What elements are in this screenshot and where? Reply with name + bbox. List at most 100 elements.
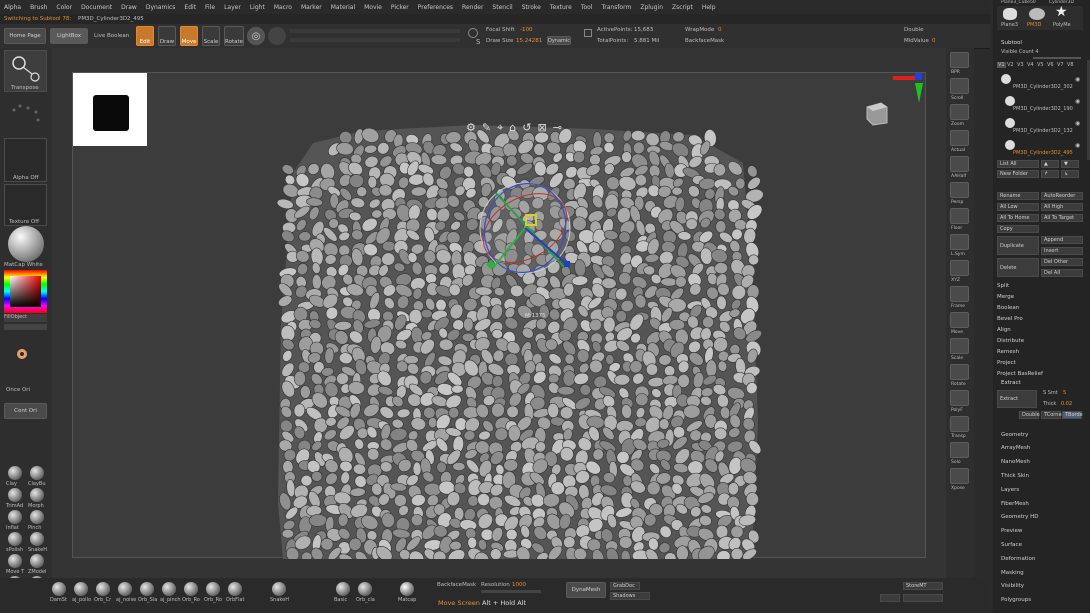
- material-sphere-icon[interactable]: [268, 27, 286, 45]
- subtool-item-0[interactable]: PM3D_Cylinder3D2_302: [1013, 84, 1073, 90]
- op-project-basrelief-button[interactable]: Project BasRelief: [997, 369, 1085, 378]
- matcap-sphere-icon[interactable]: [8, 226, 44, 262]
- intensity-slider-2[interactable]: [290, 38, 460, 42]
- op-boolean-button[interactable]: Boolean: [997, 303, 1085, 312]
- bottom-brush-12-icon[interactable]: [400, 582, 414, 596]
- version-v4-button[interactable]: V4: [1027, 62, 1034, 68]
- bottom-brush-7-icon[interactable]: [206, 582, 220, 596]
- color-picker[interactable]: [4, 270, 47, 313]
- bottom-brush-3-icon[interactable]: [118, 582, 132, 596]
- menu-masking[interactable]: Masking: [1001, 568, 1089, 577]
- extract-button[interactable]: Extract: [997, 390, 1037, 408]
- move-up-button[interactable]: ↱: [1041, 170, 1059, 178]
- version-v5-button[interactable]: V5: [1037, 62, 1044, 68]
- shelf-xpose-button[interactable]: Xpose: [950, 468, 969, 491]
- menu-nanomesh[interactable]: NanoMesh: [1001, 458, 1089, 467]
- color-swatch-bar[interactable]: [4, 324, 47, 330]
- menu-item-draw[interactable]: Draw: [121, 4, 137, 11]
- menu-polygroups[interactable]: Polygroups: [1001, 596, 1089, 605]
- version-v6-button[interactable]: V6: [1047, 62, 1054, 68]
- menu-fibermesh[interactable]: FiberMesh: [1001, 499, 1089, 508]
- midvalue-value[interactable]: 0: [932, 38, 936, 44]
- shelf-rotate-button[interactable]: Rotate: [950, 364, 969, 387]
- all-high-button[interactable]: All High: [1041, 203, 1083, 211]
- intensity-slider[interactable]: [290, 29, 460, 33]
- subtool-thumb-icon[interactable]: [1005, 118, 1015, 128]
- menu-geometry[interactable]: Geometry: [1001, 430, 1089, 439]
- viewport[interactable]: ⚙ ✎ ⌖ ⌂ ↺ ⊠ ⊸ M:1375: [72, 72, 926, 559]
- brush-7-icon[interactable]: [30, 532, 44, 546]
- menu-item-document[interactable]: Document: [81, 4, 112, 11]
- menu-item-help[interactable]: Help: [702, 4, 716, 11]
- pin-icon[interactable]: ✎: [482, 121, 491, 135]
- home-icon[interactable]: ⌂: [509, 121, 516, 135]
- menu-item-material[interactable]: Material: [331, 4, 355, 11]
- version-v1-button[interactable]: V1: [997, 62, 1006, 68]
- thick-value[interactable]: 0.02: [1061, 401, 1072, 407]
- menu-item-picker[interactable]: Picker: [391, 4, 409, 11]
- dynamic-button[interactable]: Dynamic: [547, 36, 571, 45]
- shelf-actual-button[interactable]: Actual: [950, 130, 969, 153]
- op-bevel-pro-button[interactable]: Bevel Pro: [997, 314, 1085, 323]
- all-to-home-button[interactable]: All To Home: [997, 214, 1039, 222]
- version-v8-button[interactable]: V8: [1067, 62, 1074, 68]
- menu-item-render[interactable]: Render: [462, 4, 483, 11]
- shelf-scale-button[interactable]: Scale: [950, 338, 969, 361]
- shelf-aahalf-button[interactable]: AAHalf: [950, 156, 969, 179]
- menu-thick-skin[interactable]: Thick Skin: [1001, 471, 1089, 480]
- list-all-button[interactable]: List All: [997, 160, 1039, 168]
- new-folder-button[interactable]: New Folder: [997, 170, 1039, 178]
- shelf-persp-button[interactable]: Persp: [950, 182, 969, 205]
- storemt-button[interactable]: StoreMT: [903, 582, 943, 590]
- menu-layers[interactable]: Layers: [1001, 485, 1089, 494]
- bottom-brush-10-icon[interactable]: [336, 582, 350, 596]
- menu-item-brush[interactable]: Brush: [30, 4, 47, 11]
- stroke-dots-icon[interactable]: [8, 100, 44, 130]
- subtool-item-1[interactable]: PM3D_Cylinder3D2_190: [1013, 106, 1073, 112]
- double-button[interactable]: Double: [1019, 411, 1040, 419]
- menu-deformation[interactable]: Deformation: [1001, 554, 1089, 563]
- brush-9-icon[interactable]: [30, 554, 44, 568]
- bottom-brush-2-icon[interactable]: [96, 582, 110, 596]
- menu-item-tool[interactable]: Tool: [581, 4, 593, 11]
- gizmo-icon[interactable]: ◎: [247, 27, 265, 45]
- menu-preview[interactable]: Preview: [1001, 527, 1089, 536]
- backfacemask-bottom[interactable]: BackfaceMask: [437, 582, 476, 588]
- shelf-frame-button[interactable]: Frame: [950, 286, 969, 309]
- brush-1-icon[interactable]: [30, 466, 44, 480]
- op-distribute-button[interactable]: Distribute: [997, 336, 1085, 345]
- shelf-move-button[interactable]: Move: [950, 312, 969, 335]
- lightbox-button[interactable]: LightBox: [50, 28, 88, 44]
- small-button-1[interactable]: [880, 594, 900, 602]
- move-button[interactable]: Move: [180, 26, 198, 46]
- append-button[interactable]: Append: [1041, 236, 1083, 244]
- bottom-brush-0-icon[interactable]: [52, 582, 66, 596]
- dynamesh-button[interactable]: DynaMesh: [566, 582, 606, 598]
- shelf-polyf-button[interactable]: PolyF: [950, 390, 969, 413]
- tcorne-button[interactable]: TCorne: [1041, 411, 1062, 419]
- fillobject-button[interactable]: FillObject: [4, 314, 47, 322]
- focal-shift-value[interactable]: -100: [520, 27, 532, 33]
- menu-item-edit[interactable]: Edit: [184, 4, 196, 11]
- location-icon[interactable]: ⌖: [497, 121, 503, 135]
- draw-button[interactable]: Draw: [158, 26, 176, 46]
- cont-ori-button[interactable]: Cont Ori: [4, 403, 47, 419]
- lock-icon[interactable]: ⊠: [538, 121, 547, 135]
- polymesh-star-icon[interactable]: ★: [1055, 4, 1068, 20]
- menu-item-stencil[interactable]: Stencil: [492, 4, 512, 11]
- menu-visibility[interactable]: Visibility: [1001, 582, 1089, 591]
- pm3d-thumb-icon[interactable]: [1029, 8, 1045, 20]
- brush-5-icon[interactable]: [30, 510, 44, 524]
- all-low-button[interactable]: All Low: [997, 203, 1039, 211]
- brush-0-icon[interactable]: [8, 466, 22, 480]
- navigation-cube-icon[interactable]: [863, 99, 891, 127]
- scale-button[interactable]: Scale: [202, 26, 220, 46]
- shelf-transp-button[interactable]: Transp: [950, 416, 969, 439]
- menu-item-light[interactable]: Light: [250, 4, 265, 11]
- axis-gizmo[interactable]: [893, 73, 923, 109]
- op-split-button[interactable]: Split: [997, 281, 1085, 290]
- menu-item-layer[interactable]: Layer: [224, 4, 241, 11]
- menu-item-movie[interactable]: Movie: [364, 4, 382, 11]
- shelf-scroll-button[interactable]: Scroll: [950, 78, 969, 101]
- op-project-button[interactable]: Project: [997, 358, 1085, 367]
